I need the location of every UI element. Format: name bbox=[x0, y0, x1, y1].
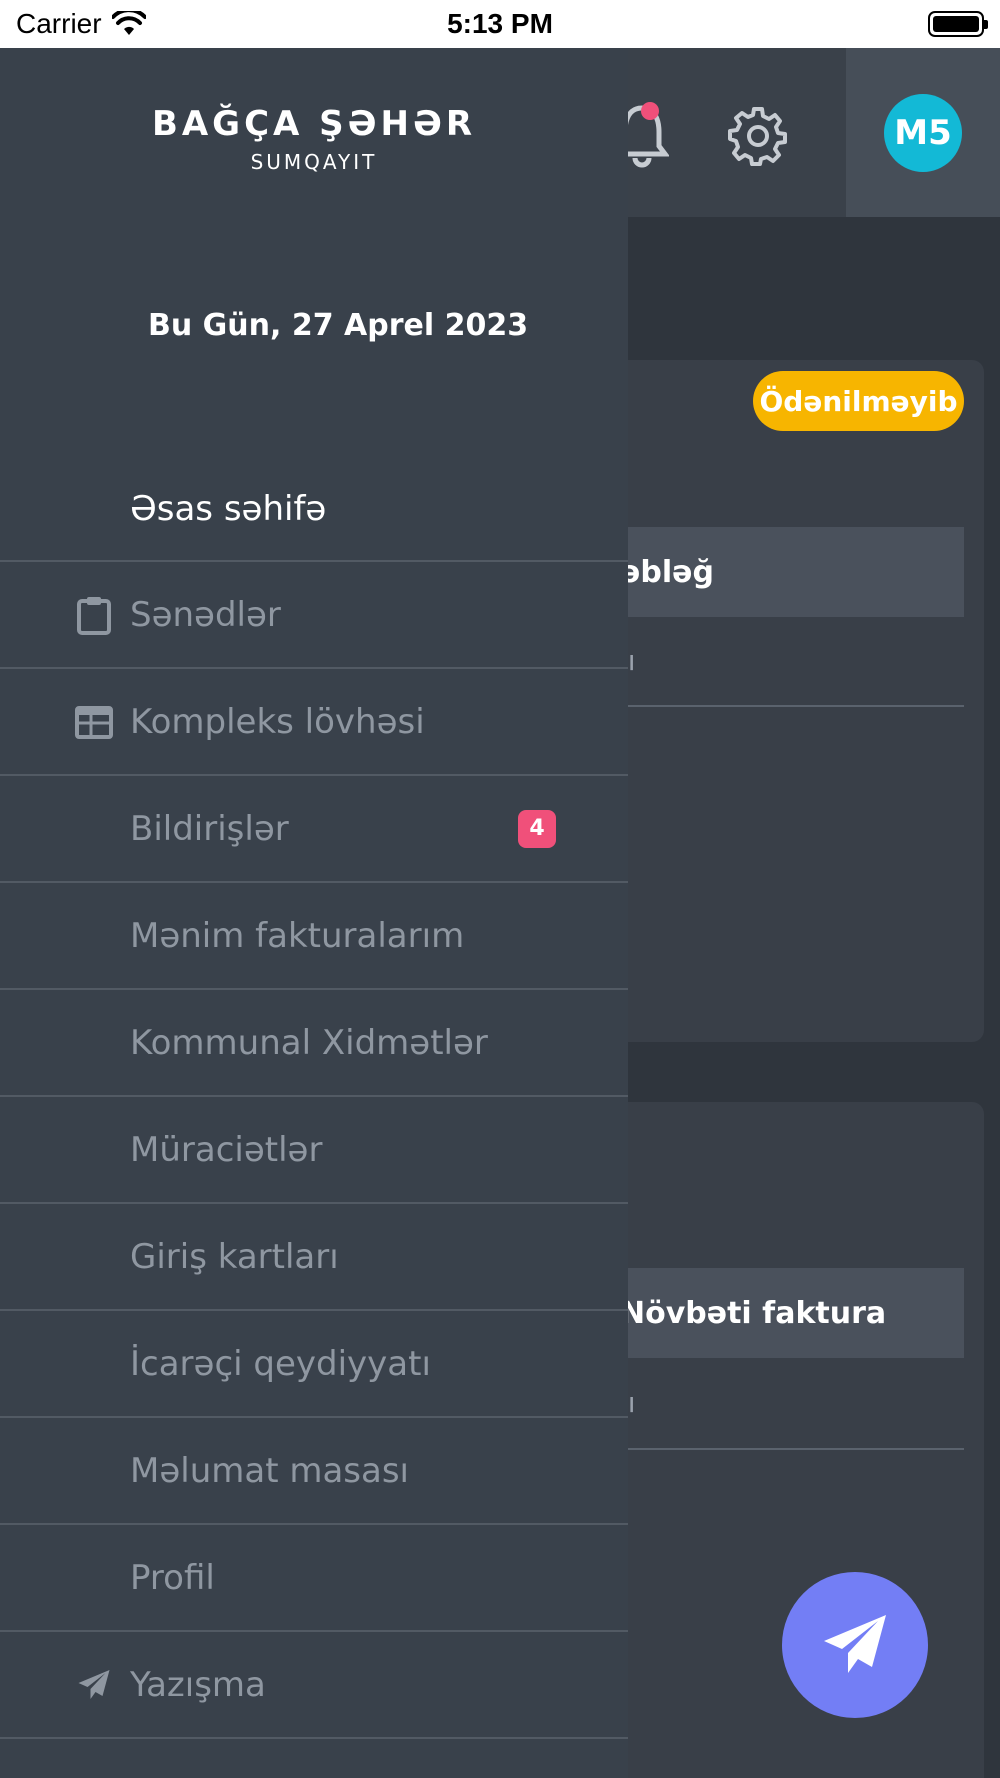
paper-plane-icon bbox=[824, 1615, 886, 1673]
status-left: Carrier bbox=[16, 8, 146, 40]
menu-item-tenant-registration[interactable]: İcarəçi qeydiyyatı bbox=[0, 1311, 628, 1418]
menu-item-label: Bildirişlər bbox=[130, 808, 289, 849]
menu-item-label: Kompleks lövhəsi bbox=[130, 701, 425, 742]
menu-item-label: Kommunal Xidmətlər bbox=[130, 1022, 488, 1063]
menu-item-home[interactable]: Əsas səhifə bbox=[0, 458, 628, 562]
menu-item-utilities[interactable]: Kommunal Xidmətlər bbox=[0, 990, 628, 1097]
status-time: 5:13 PM bbox=[447, 8, 553, 39]
logo: BAĞÇA ŞƏHƏR SUMQAYIT bbox=[0, 104, 628, 174]
menu-item-label: Müraciətlər bbox=[130, 1129, 323, 1170]
carrier-label: Carrier bbox=[16, 8, 102, 39]
menu-item-requests[interactable]: Müraciətlər bbox=[0, 1097, 628, 1204]
current-date: Bu Gün, 27 Aprel 2023 bbox=[148, 308, 529, 343]
menu-item-access-cards[interactable]: Giriş kartları bbox=[0, 1204, 628, 1311]
menu-item-label: Sənədlər bbox=[130, 594, 281, 635]
menu-item-messages[interactable]: Yazışma bbox=[0, 1632, 628, 1739]
send-message-button[interactable] bbox=[782, 1572, 928, 1718]
menu-item-info-desk[interactable]: Məlumat masası bbox=[0, 1418, 628, 1525]
side-drawer: BAĞÇA ŞƏHƏR SUMQAYIT Bu Gün, 27 Aprel 20… bbox=[0, 48, 628, 1778]
wifi-icon bbox=[111, 11, 146, 35]
menu-item-label: Məlumat masası bbox=[130, 1450, 410, 1491]
menu-item-documents[interactable]: Sənədlər bbox=[0, 562, 628, 669]
notification-dot bbox=[641, 102, 659, 120]
menu-item-label: İcarəçi qeydiyyatı bbox=[130, 1343, 431, 1384]
gear-icon[interactable] bbox=[728, 106, 788, 166]
app-screen: Carrier 5:13 PM M5 Ödənilməyib əbləğ Növ… bbox=[0, 0, 1000, 1778]
menu-item-label: Yazışma bbox=[130, 1664, 266, 1705]
menu-item-label: Mənim fakturalarım bbox=[130, 915, 465, 956]
menu-item-complex-board[interactable]: Kompleks lövhəsi bbox=[0, 669, 628, 776]
drawer-menu: Əsas səhifə Sənədlər Kompleks lövhəsi Bi… bbox=[0, 458, 628, 1739]
menu-item-label: Giriş kartları bbox=[130, 1236, 339, 1277]
calendar-table-icon bbox=[74, 702, 114, 742]
avatar[interactable]: M5 bbox=[884, 94, 962, 172]
status-bar: Carrier 5:13 PM bbox=[0, 0, 1000, 48]
menu-item-my-invoices[interactable]: Mənim fakturalarım bbox=[0, 883, 628, 990]
menu-item-label: Əsas səhifə bbox=[130, 489, 327, 529]
paper-plane-icon bbox=[74, 1665, 114, 1705]
logo-subtitle: SUMQAYIT bbox=[250, 150, 378, 174]
notification-count-badge: 4 bbox=[518, 809, 556, 848]
clipboard-icon bbox=[74, 595, 114, 635]
battery-icon bbox=[928, 11, 988, 37]
menu-item-profile[interactable]: Profil bbox=[0, 1525, 628, 1632]
menu-item-label: Profil bbox=[130, 1557, 215, 1598]
status-badge: Ödənilməyib bbox=[753, 371, 964, 431]
logo-title: BAĞÇA ŞƏHƏR bbox=[151, 104, 477, 144]
menu-item-notifications[interactable]: Bildirişlər 4 bbox=[0, 776, 628, 883]
